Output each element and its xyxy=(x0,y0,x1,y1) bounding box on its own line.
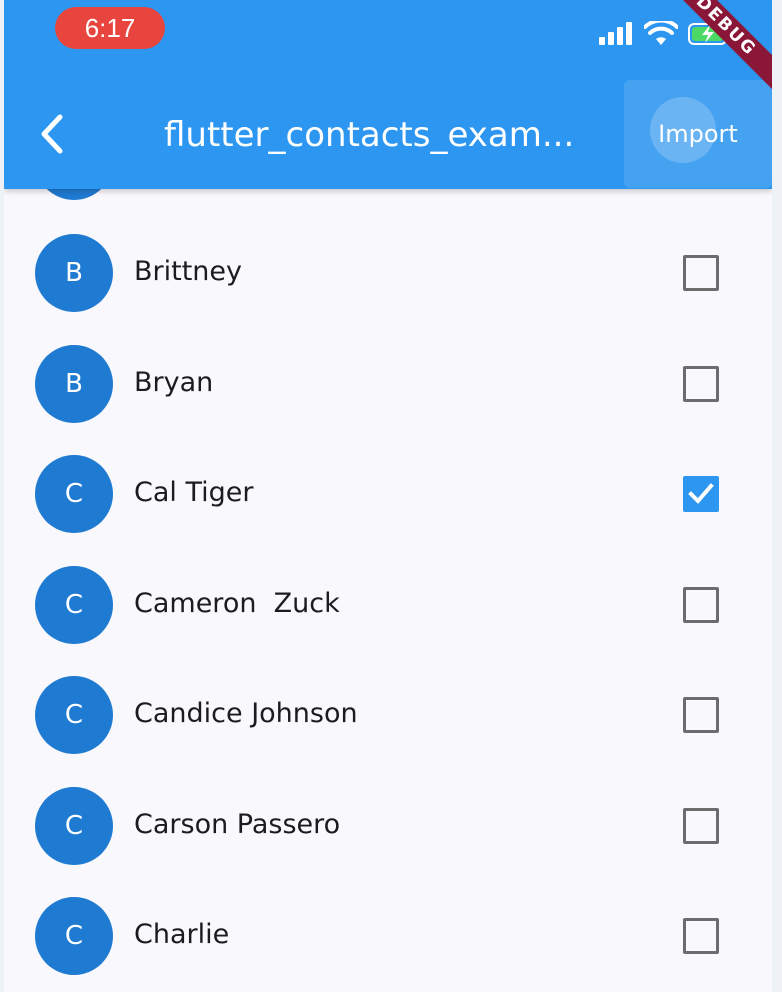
avatar: B xyxy=(35,234,113,312)
contact-name: Brittney xyxy=(134,256,242,287)
avatar: B xyxy=(35,344,113,423)
signal-bars-icon xyxy=(599,22,632,45)
avatar: C xyxy=(35,565,113,644)
checkmark-icon xyxy=(688,483,714,504)
list-item[interactable]: C Cameron Zuck xyxy=(4,550,772,660)
device-screen: B Brittney B Bryan C Cal Tiger C Cameron Zuck C C… xyxy=(4,0,772,992)
list-item[interactable]: C Candice Johnson xyxy=(4,660,772,770)
select-checkbox[interactable] xyxy=(683,697,719,733)
select-checkbox[interactable] xyxy=(683,807,719,844)
list-item[interactable]: C Cal Tiger xyxy=(4,439,772,549)
select-checkbox[interactable] xyxy=(683,255,719,291)
avatar: C xyxy=(35,897,113,975)
list-item[interactable]: C Charlie xyxy=(4,881,772,991)
contact-name: Cameron Zuck xyxy=(134,587,340,619)
avatar: C xyxy=(35,786,113,865)
select-checkbox[interactable] xyxy=(683,365,719,402)
page-title: flutter_contacts_exam... xyxy=(164,115,575,155)
contact-name: Bryan xyxy=(134,366,214,398)
app-bar: 6:17 flutter_contacts_exam... Import DEB… xyxy=(4,0,772,189)
select-checkbox[interactable] xyxy=(683,476,719,512)
list-item[interactable]: B Bryan xyxy=(4,329,772,439)
contact-name: Candice Johnson xyxy=(134,698,358,729)
list-item[interactable]: C Carson Passero xyxy=(4,771,772,881)
contact-name: Charlie xyxy=(134,919,230,950)
avatar: C xyxy=(35,676,113,754)
back-chevron-icon xyxy=(41,114,63,154)
import-button[interactable]: Import xyxy=(624,80,772,188)
wifi-icon xyxy=(644,21,678,45)
select-checkbox[interactable] xyxy=(683,586,719,623)
status-time: 6:17 xyxy=(55,7,165,49)
contact-name: Carson Passero xyxy=(134,808,341,840)
avatar: C xyxy=(35,455,113,533)
contact-name: Cal Tiger xyxy=(134,477,254,508)
list-item[interactable]: B Brittney xyxy=(4,218,772,328)
import-label: Import xyxy=(658,120,738,148)
back-button[interactable] xyxy=(22,104,82,164)
select-checkbox[interactable] xyxy=(683,918,719,954)
